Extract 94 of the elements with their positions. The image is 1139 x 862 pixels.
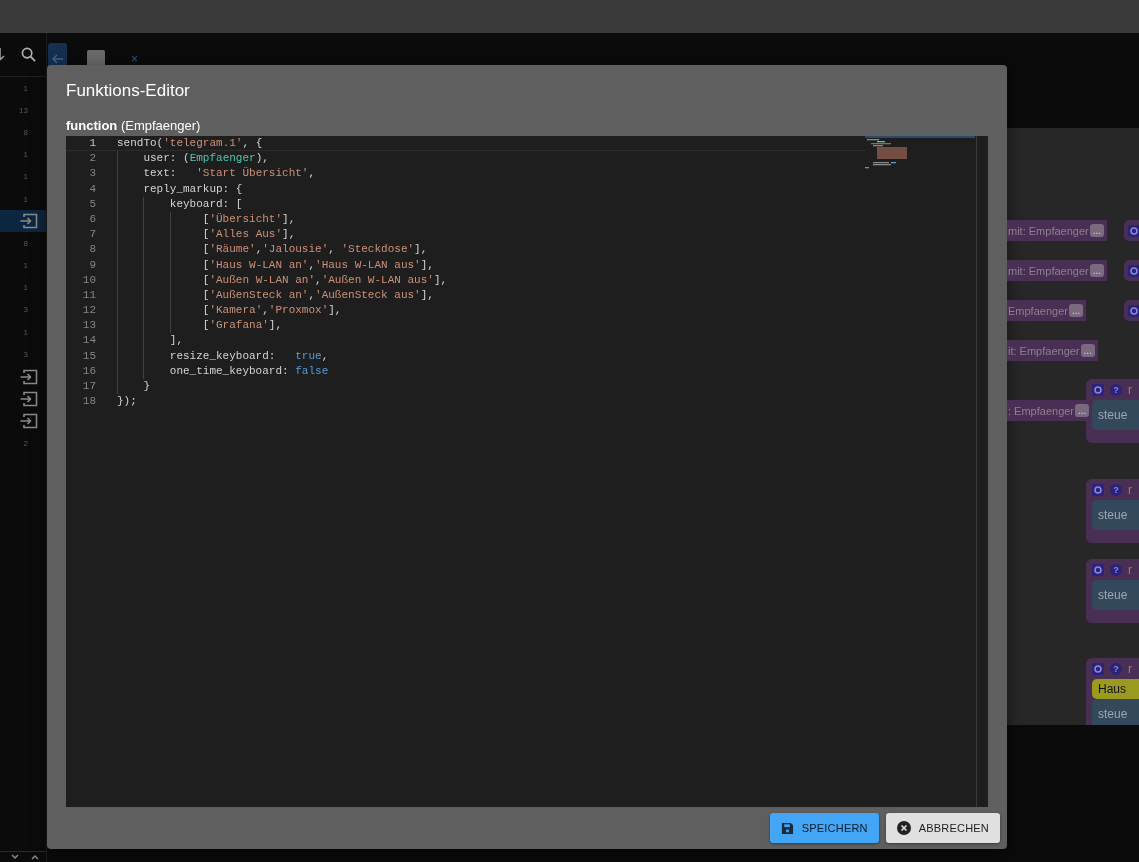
parameter-block[interactable]: mit: Empfaenger ... [1007, 260, 1108, 281]
arrow-left-icon [51, 54, 64, 64]
parameter-label: mit: Empfaenger [1008, 264, 1089, 277]
line-number: 14 [81, 333, 96, 349]
line-number: 9 [88, 257, 96, 273]
parameter-label: mit: Empfaenger [1008, 224, 1089, 237]
login-icon [20, 213, 38, 230]
minimap-drawing[interactable] [865, 136, 975, 170]
line-number: 6 [88, 211, 96, 227]
function-signature: function (Empfaenger) [66, 117, 202, 135]
code-line: resize_keyboard: true, [168, 348, 329, 364]
statement-block: steue [1092, 500, 1139, 530]
more-button[interactable]: ... [1089, 224, 1105, 237]
statement-block: steue [1092, 699, 1139, 725]
arrow-down-icon[interactable] [0, 47, 5, 62]
line-number: 3 [88, 166, 96, 182]
cancel-button[interactable]: ABBRECHEN [885, 813, 1000, 843]
block-title: r [1128, 383, 1132, 397]
sidebar-item[interactable]: 1 [0, 321, 46, 344]
code-line: ['Kamera','Proxmox'], [201, 303, 342, 319]
code-line: one_time_keyboard: false [168, 363, 329, 379]
help-button[interactable]: ? [1110, 663, 1122, 675]
parameter-label: : Empfaenger [1008, 404, 1075, 417]
statement-block: steue [1092, 400, 1139, 430]
line-number: 5 [88, 196, 96, 212]
search-icon[interactable] [21, 47, 36, 62]
code-line: ['Außen W-LAN an','Außen W-LAN aus'], [201, 272, 448, 288]
line-number: 15 [81, 348, 96, 364]
chevron-down-icon[interactable] [11, 854, 19, 860]
parameter-block[interactable]: mit: Empfaenger ... [1007, 220, 1108, 241]
sidebar-item[interactable]: 2 [0, 432, 46, 455]
more-button[interactable]: ... [1068, 304, 1084, 317]
login-icon [20, 412, 38, 429]
function-block[interactable]: ? r steue [1086, 559, 1139, 623]
function-block[interactable]: ? r steue [1086, 379, 1139, 443]
code-line: } [142, 379, 150, 394]
parameter-label: Empfaenger [1008, 304, 1068, 317]
close-circle-icon [896, 821, 911, 835]
dialog-title: Funktions-Editor [66, 81, 191, 101]
login-icon [20, 368, 38, 385]
line-number: 13 [81, 318, 96, 334]
parameter-label: it: Empfaenger [1008, 344, 1080, 357]
line-number: 16 [81, 363, 96, 379]
function-block[interactable]: ? r Haus steue [1086, 658, 1139, 725]
line-number: 4 [88, 181, 96, 197]
block-title: r [1128, 662, 1132, 676]
code-line: ['AußenSteck an','AußenSteck aus'], [201, 287, 434, 303]
sidebar-item[interactable]: 1 [0, 187, 46, 211]
save-button[interactable]: SPEICHERN [769, 813, 879, 843]
line-number: 11 [81, 287, 96, 303]
text-block: Haus [1092, 679, 1139, 699]
block-title: r [1128, 483, 1132, 497]
sidebar-item[interactable]: 1 [0, 165, 46, 188]
sidebar-item[interactable]: 1 [0, 143, 46, 166]
login-icon [20, 390, 38, 407]
code-line: ['Alles Aus'], [201, 227, 296, 243]
line-number: 17 [81, 379, 96, 394]
line-number: 2 [88, 151, 96, 167]
code-line: user: (Empfaenger), [142, 151, 269, 167]
code-line: ], [168, 333, 183, 349]
parameter-block[interactable]: it: Empfaenger ... [1007, 340, 1098, 361]
code-line: reply_markup: { [142, 181, 243, 197]
block-title: r [1128, 563, 1132, 577]
help-button[interactable]: ? [1110, 484, 1122, 496]
more-button[interactable]: ... [1089, 264, 1105, 277]
sidebar-item[interactable] [0, 210, 46, 233]
close-tab-button[interactable]: × [131, 52, 138, 66]
code-line: ['Grafana'], [201, 318, 283, 334]
help-button[interactable]: ? [1110, 564, 1122, 576]
function-block[interactable]: ? r steue [1086, 479, 1139, 543]
more-button[interactable]: ... [1075, 404, 1090, 417]
help-button[interactable]: ? [1110, 384, 1122, 396]
code-line: keyboard: [ [168, 196, 243, 212]
sidebar-item[interactable]: 1 [0, 276, 46, 299]
line-number: 7 [88, 227, 96, 243]
statement-block: steue [1092, 580, 1139, 610]
line-number: 1 [88, 136, 96, 151]
line-number: 18 [81, 394, 96, 410]
code-line: ['Haus W-LAN an','Haus W-LAN aus'], [201, 257, 434, 273]
save-icon [780, 821, 794, 835]
line-number: 12 [81, 303, 96, 319]
code-line: }); [117, 394, 137, 410]
code-line: ['Räume','Jalousie', 'Steckdose'], [201, 242, 428, 258]
line-number: 10 [81, 272, 96, 288]
code-line: text: 'Start Übersicht', [142, 166, 316, 182]
sidebar-item[interactable]: 1 [0, 77, 46, 100]
sidebar-item[interactable]: 1 [0, 254, 46, 277]
code-line: sendTo('telegram.1', { [117, 136, 263, 151]
more-button[interactable]: ... [1080, 344, 1095, 357]
code-line: ['Übersicht'], [201, 211, 296, 227]
sidebar-item[interactable]: 13 [0, 99, 46, 122]
parameter-block[interactable]: Empfaenger ... [1007, 300, 1087, 321]
chevron-up-icon[interactable] [31, 854, 39, 860]
line-number: 8 [88, 242, 96, 258]
